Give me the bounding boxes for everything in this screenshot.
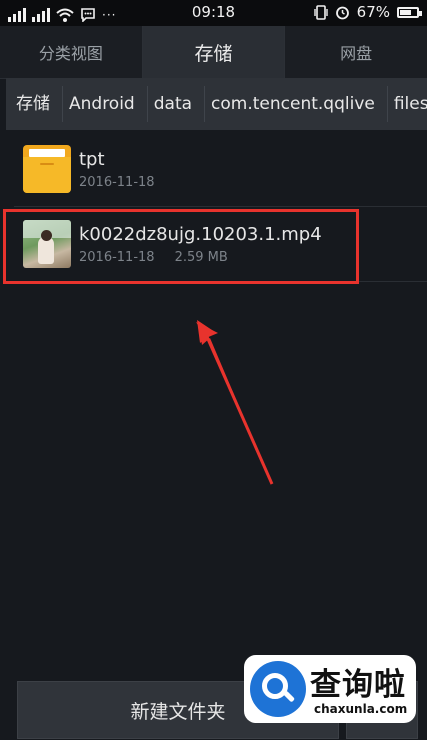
magnifier-logo-icon [250,661,306,717]
annotation-arrow-icon [196,320,274,485]
watermark-cn: 查询啦 [310,667,406,703]
watermark-logo: 查询啦 chaxunla.com [244,655,416,723]
watermark-en: chaxunla.com [314,702,408,716]
